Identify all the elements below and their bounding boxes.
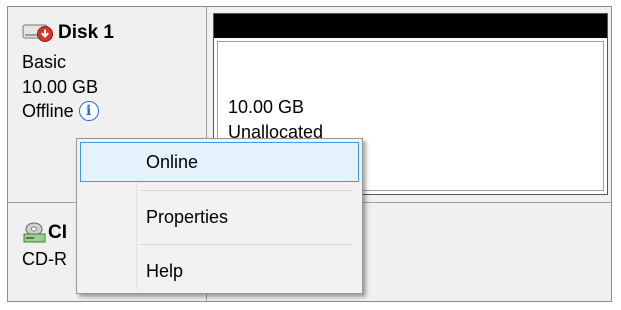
cd-title: CI [22,221,67,245]
volume-size: 10.00 GB [228,97,305,117]
cd-drive-icon [22,221,48,245]
disk-title: Disk 1 [22,21,114,45]
disk-name: Disk 1 [58,22,114,43]
disk-capacity: 10.00 GB [22,77,99,97]
disk-status: Offline [22,101,74,121]
disk-offline-icon [22,22,56,44]
volume-header-bar [214,14,607,38]
cd-type: CD-R [22,249,67,269]
disk-type: Basic [22,52,67,72]
menu-item-help[interactable]: Help [80,252,359,290]
info-icon[interactable]: i [78,101,99,121]
menu-item-online[interactable]: Online [80,142,359,182]
context-menu: Online Properties Help [76,138,363,294]
menu-item-properties[interactable]: Properties [80,198,359,236]
menu-separator [140,244,353,245]
menu-separator [140,190,353,191]
disk-status-line: Offline i [22,100,99,122]
cd-name: CI [48,222,67,243]
